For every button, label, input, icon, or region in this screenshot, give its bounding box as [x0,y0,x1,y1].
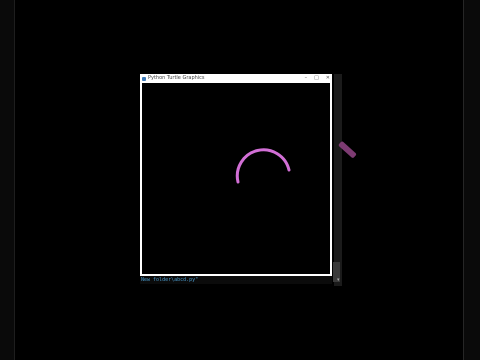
terminal-command-text: New folder\abcd.py" [141,277,199,283]
window-controls: – □ ✕ [305,74,330,83]
turtle-window[interactable]: Python Turtle Graphics – □ ✕ [140,74,332,276]
canvas-drawing [235,148,291,184]
window-title: Python Turtle Graphics [148,75,205,81]
left-panel [0,0,15,360]
minimize-button[interactable]: – [305,74,308,83]
maximize-button[interactable]: □ [314,74,319,83]
screen: Python Turtle Graphics – □ ✕ New folder\… [0,0,480,360]
window-titlebar[interactable]: Python Turtle Graphics – □ ✕ [140,74,332,83]
close-button[interactable]: ✕ [326,74,330,83]
background-editor [334,74,342,286]
right-panel [463,0,480,360]
python-icon [142,76,146,81]
terminal-line: New folder\abcd.py" [140,276,332,284]
turtle-canvas[interactable] [142,83,330,274]
drawn-arc [235,148,291,184]
chevron-down-icon[interactable]: ▾ [337,278,340,283]
